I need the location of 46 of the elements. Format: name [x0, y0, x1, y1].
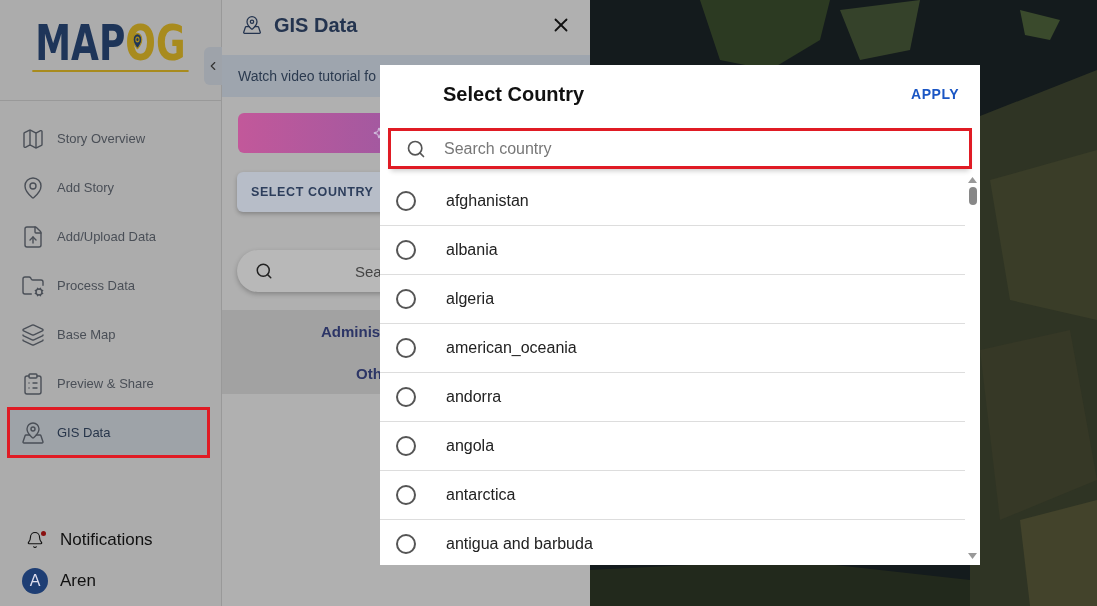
- radio-button[interactable]: [396, 240, 416, 260]
- country-name[interactable]: algeria: [446, 290, 495, 308]
- layers-icon: [21, 322, 45, 347]
- file-upload-icon: [21, 224, 45, 249]
- search-box[interactable]: Search country: [388, 128, 972, 169]
- radio-button[interactable]: [396, 485, 416, 505]
- search-icon: [255, 262, 273, 280]
- country-name[interactable]: albania: [446, 241, 498, 259]
- sidebar-item[interactable]: Add/Upload Data: [10, 214, 207, 259]
- country-name[interactable]: angola: [446, 437, 495, 455]
- radio-button[interactable]: [396, 534, 416, 554]
- country-name[interactable]: andorra: [446, 388, 502, 406]
- sidebar-item[interactable]: Add Story: [10, 165, 207, 210]
- radio-button[interactable]: [396, 191, 416, 211]
- logo: MAPOG: [32, 18, 189, 72]
- sidebar-item[interactable]: Process Data: [10, 263, 207, 308]
- radio-button[interactable]: [396, 289, 416, 309]
- sidebar-item[interactable]: Preview & Share: [10, 361, 207, 406]
- search-field[interactable]: Search country: [442, 138, 969, 159]
- scroll-down-arrow-icon[interactable]: [968, 553, 977, 559]
- radio-button[interactable]: [396, 387, 416, 407]
- list-icon: [21, 371, 45, 396]
- location-pin-icon: [21, 175, 45, 200]
- user-name: Aren: [60, 571, 96, 591]
- folder-gear-icon: [21, 273, 45, 298]
- country-name[interactable]: antarctica: [446, 486, 516, 504]
- sidebar-item[interactable]: GIS Data: [10, 410, 207, 455]
- scrollbar-thumb[interactable]: [969, 187, 977, 205]
- radio-button[interactable]: [396, 338, 416, 358]
- country-name[interactable]: american_oceania: [446, 339, 577, 357]
- apply-button[interactable]: APPLY: [905, 85, 965, 103]
- map-pin-icon: [21, 420, 45, 445]
- country-name[interactable]: antigua and barbuda: [446, 535, 593, 553]
- radio-button[interactable]: [396, 436, 416, 456]
- search-icon: [406, 138, 426, 159]
- sidebar-item[interactable]: Base Map: [10, 312, 207, 357]
- sidebar-item[interactable]: Story Overview: [10, 116, 207, 161]
- country-name[interactable]: afghanistan: [446, 192, 529, 210]
- map-pin-icon: [242, 15, 262, 35]
- notifications-link[interactable]: Notifications: [22, 530, 221, 550]
- dialog-title: Select Country: [443, 82, 586, 106]
- user-avatar[interactable]: A: [22, 568, 48, 594]
- panel-title: GIS Data: [274, 13, 359, 37]
- section-heading[interactable]: Adminis: [222, 322, 381, 340]
- scroll-up-arrow-icon[interactable]: [968, 177, 977, 183]
- tutorial-text: Watch video tutorial fo: [238, 68, 376, 84]
